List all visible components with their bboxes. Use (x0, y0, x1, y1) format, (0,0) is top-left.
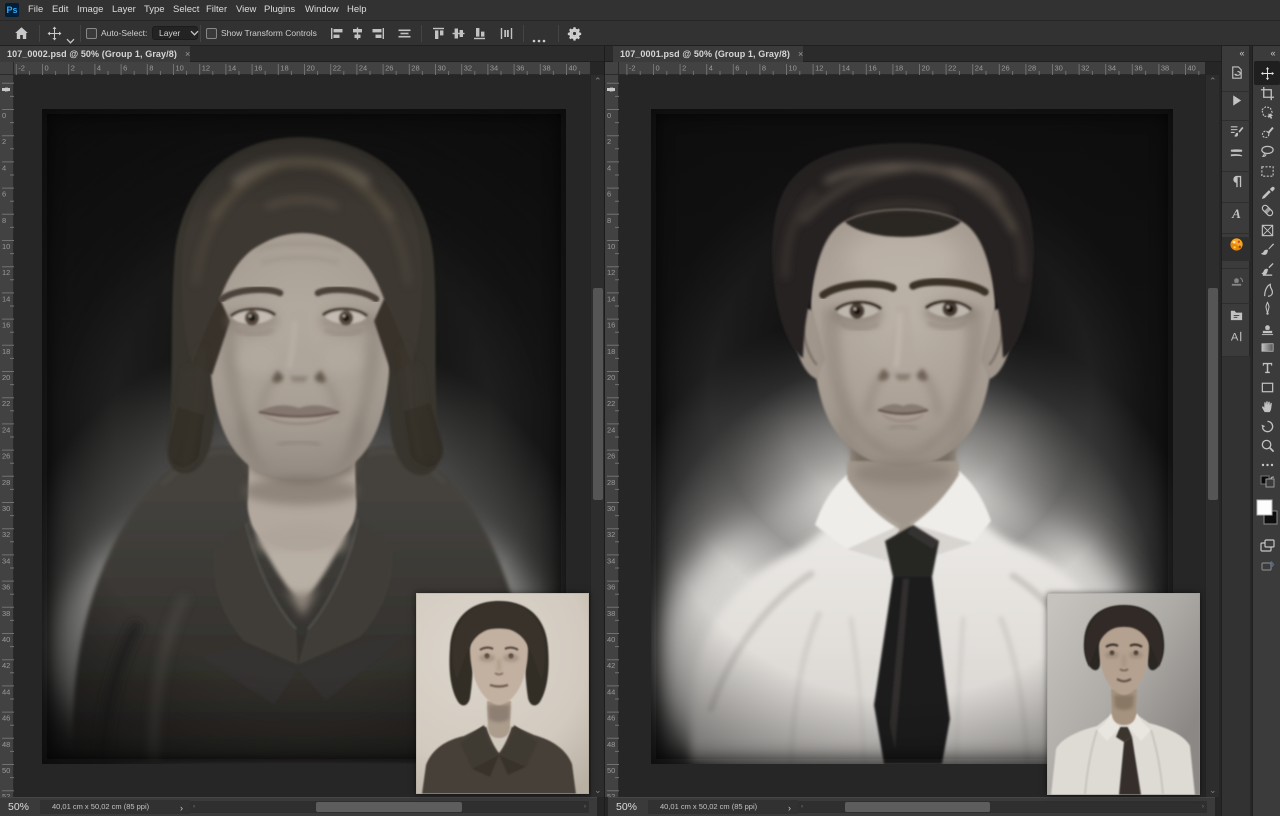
svg-text:20: 20 (307, 64, 315, 73)
svg-text:2: 2 (607, 137, 611, 146)
svg-text:24: 24 (2, 425, 10, 434)
svg-text:34: 34 (607, 556, 615, 565)
svg-text:36: 36 (516, 64, 524, 73)
svg-text:4: 4 (607, 163, 611, 172)
svg-text:26: 26 (607, 452, 615, 461)
svg-text:40: 40 (1188, 64, 1196, 73)
svg-text:0: 0 (2, 111, 6, 120)
svg-text:16: 16 (607, 321, 615, 330)
svg-text:28: 28 (1028, 64, 1036, 73)
svg-text:50: 50 (2, 766, 10, 775)
svg-text:0: 0 (45, 64, 49, 73)
svg-text:42: 42 (607, 661, 615, 670)
svg-text:26: 26 (385, 64, 393, 73)
svg-text:30: 30 (2, 504, 10, 513)
svg-text:8: 8 (149, 64, 153, 73)
svg-text:20: 20 (2, 373, 10, 382)
svg-text:46: 46 (607, 714, 615, 723)
svg-text:16: 16 (254, 64, 262, 73)
svg-text:6: 6 (123, 64, 127, 73)
svg-text:28: 28 (2, 478, 10, 487)
svg-text:24: 24 (359, 64, 367, 73)
svg-text:42: 42 (2, 661, 10, 670)
svg-text:38: 38 (607, 609, 615, 618)
svg-text:20: 20 (922, 64, 930, 73)
svg-text:A: A (1230, 332, 1238, 344)
svg-text:10: 10 (789, 64, 797, 73)
svg-text:10: 10 (607, 242, 615, 251)
svg-text:18: 18 (2, 347, 10, 356)
svg-text:6: 6 (607, 190, 611, 199)
svg-text:16: 16 (2, 321, 10, 330)
svg-text:34: 34 (2, 556, 10, 565)
svg-text:2: 2 (682, 64, 686, 73)
svg-text:4: 4 (709, 64, 713, 73)
svg-text:36: 36 (2, 583, 10, 592)
svg-text:22: 22 (607, 399, 615, 408)
svg-text:38: 38 (542, 64, 550, 73)
svg-text:6: 6 (735, 64, 739, 73)
svg-text:28: 28 (607, 478, 615, 487)
svg-text:48: 48 (2, 740, 10, 749)
svg-text:38: 38 (2, 609, 10, 618)
svg-text:46: 46 (2, 714, 10, 723)
svg-text:2: 2 (2, 137, 6, 146)
svg-text:36: 36 (607, 583, 615, 592)
svg-text:40: 40 (2, 635, 10, 644)
svg-text:18: 18 (607, 347, 615, 356)
svg-text:32: 32 (1081, 64, 1089, 73)
svg-text:18: 18 (895, 64, 903, 73)
svg-text:20: 20 (607, 373, 615, 382)
svg-text:18: 18 (280, 64, 288, 73)
svg-text:24: 24 (975, 64, 983, 73)
svg-text:14: 14 (2, 294, 10, 303)
svg-text:44: 44 (2, 687, 10, 696)
svg-text:10: 10 (2, 242, 10, 251)
svg-text:-2: -2 (18, 64, 25, 73)
svg-text:50: 50 (607, 766, 615, 775)
svg-text:14: 14 (607, 294, 615, 303)
svg-text:34: 34 (490, 64, 498, 73)
svg-text:34: 34 (1108, 64, 1116, 73)
svg-text:28: 28 (411, 64, 419, 73)
svg-text:22: 22 (2, 399, 10, 408)
svg-text:8: 8 (607, 216, 611, 225)
svg-text:12: 12 (202, 64, 210, 73)
svg-text:44: 44 (607, 687, 615, 696)
svg-text:14: 14 (842, 64, 850, 73)
svg-text:40: 40 (607, 635, 615, 644)
svg-text:32: 32 (607, 530, 615, 539)
svg-text:8: 8 (2, 216, 6, 225)
svg-text:22: 22 (333, 64, 341, 73)
svg-text:48: 48 (607, 740, 615, 749)
svg-text:30: 30 (438, 64, 446, 73)
svg-text:30: 30 (1055, 64, 1063, 73)
svg-text:4: 4 (2, 163, 6, 172)
svg-text:10: 10 (176, 64, 184, 73)
svg-text:32: 32 (464, 64, 472, 73)
svg-text:2: 2 (71, 64, 75, 73)
svg-text:26: 26 (1001, 64, 1009, 73)
svg-text:0: 0 (607, 111, 611, 120)
svg-text:12: 12 (607, 268, 615, 277)
svg-text:22: 22 (948, 64, 956, 73)
svg-text:24: 24 (607, 425, 615, 434)
svg-text:40: 40 (569, 64, 577, 73)
svg-text:30: 30 (607, 504, 615, 513)
svg-text:12: 12 (2, 268, 10, 277)
svg-text:36: 36 (1134, 64, 1142, 73)
svg-text:26: 26 (2, 452, 10, 461)
svg-text:4: 4 (97, 64, 101, 73)
svg-text:8: 8 (762, 64, 766, 73)
svg-text:0: 0 (656, 64, 660, 73)
svg-text:A: A (1231, 206, 1241, 221)
svg-text:16: 16 (868, 64, 876, 73)
svg-text:38: 38 (1161, 64, 1169, 73)
svg-text:12: 12 (815, 64, 823, 73)
svg-text:14: 14 (228, 64, 236, 73)
svg-text:-2: -2 (629, 64, 636, 73)
svg-text:6: 6 (2, 190, 6, 199)
svg-text:32: 32 (2, 530, 10, 539)
